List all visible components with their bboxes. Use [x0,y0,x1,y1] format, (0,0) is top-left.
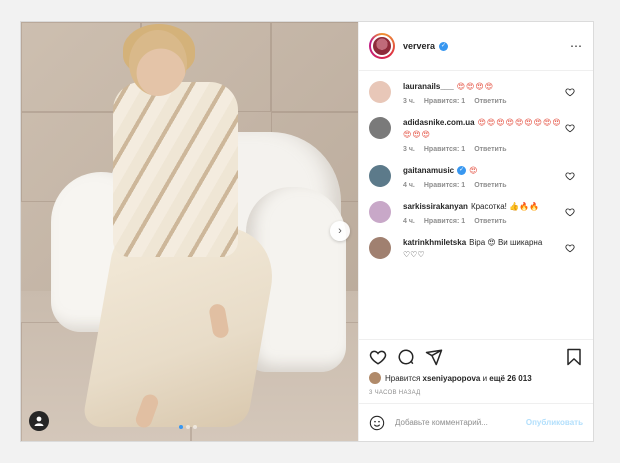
commenter-username[interactable]: katrinkhmiletska [403,238,466,247]
likes-conjunction: и [482,373,488,383]
verified-badge-icon: ✓ [439,42,449,52]
reply-button[interactable]: Ответить [474,98,506,105]
carousel-indicator [179,425,197,429]
comment-likes[interactable]: Нравится: 1 [424,98,465,105]
post-photo[interactable]: › [21,22,358,441]
comment-input[interactable] [395,418,526,427]
wall-tile [271,22,358,112]
commenter-username[interactable]: gaitanamusic [403,166,454,175]
action-bar [369,346,583,368]
liker-avatar[interactable] [369,372,381,384]
user-tag-icon [34,416,44,426]
heart-icon[interactable] [565,243,575,253]
comment-time[interactable]: 4 ч. [403,218,415,225]
heart-icon[interactable] [565,207,575,217]
bookmark-icon[interactable] [565,348,583,366]
heart-icon[interactable] [565,87,575,97]
comment-likes[interactable]: Нравится: 1 [424,146,465,153]
likes-count[interactable]: ещё 26 013 [489,374,531,383]
instagram-post-dialog: › ververa ✓ ⋯ lauranails___ 😍😍😍😍 3 ч. Нр… [20,21,594,442]
like-heart-icon[interactable] [369,348,387,366]
person-legs [81,227,282,427]
post-header: ververa ✓ ⋯ [359,22,593,71]
comment-item: gaitanamusic ✓ 😍 4 ч. Нравится: 1 Ответить [369,165,583,189]
carousel-dot [186,425,190,429]
reply-button[interactable]: Ответить [474,182,506,189]
share-icon[interactable] [425,348,443,366]
comment-likes[interactable]: Нравится: 1 [424,218,465,225]
carousel-next-button[interactable]: › [330,221,350,241]
comment-item: adidasnike.com.ua 😍😍😍😍😍😍😍😍😍😍😍😍 3 ч. Нрави… [369,117,583,153]
more-options-icon[interactable]: ⋯ [570,39,583,53]
post-timestamp[interactable]: 3 ЧАСОВ НАЗАД [369,390,583,396]
comment-text: Красотка! 👍🔥🔥 [470,202,539,211]
comments-list[interactable]: lauranails___ 😍😍😍😍 3 ч. Нравится: 1 Ответ… [359,71,593,339]
commenter-username[interactable]: lauranails___ [403,82,454,91]
comment-time[interactable]: 3 ч. [403,146,415,153]
heart-icon[interactable] [565,123,575,133]
comment-time[interactable]: 3 ч. [403,98,415,105]
liker-username[interactable]: xseniyapopova [423,374,481,383]
comment-text: 😍 [469,166,479,175]
author-avatar[interactable] [369,33,395,59]
commenter-avatar[interactable] [369,81,391,103]
chevron-right-icon: › [338,225,342,237]
commenter-username[interactable]: sarkissirakanyan [403,202,468,211]
comment-time[interactable]: 4 ч. [403,182,415,189]
comment-icon[interactable] [397,348,415,366]
comment-likes[interactable]: Нравится: 1 [424,182,465,189]
heart-icon[interactable] [565,171,575,181]
post-side-panel: ververa ✓ ⋯ lauranails___ 😍😍😍😍 3 ч. Нравит… [358,22,593,441]
commenter-username[interactable]: adidasnike.com.ua [403,118,475,127]
person-body [113,82,238,257]
user-tag-button[interactable] [29,411,49,431]
commenter-avatar[interactable] [369,117,391,139]
comment-item: katrinkhmiletska Віра 😍 Ви шикарна ♡♡♡ [369,237,583,261]
emoji-icon[interactable] [369,415,385,431]
likes-summary: Нравится xseniyapopova и ещё 26 013 [369,372,583,384]
comment-item: sarkissirakanyan Красотка! 👍🔥🔥 4 ч. Нрави… [369,201,583,225]
likes-prefix: Нравится [385,373,421,383]
author-username[interactable]: ververa ✓ [403,41,449,52]
post-actions: Нравится xseniyapopova и ещё 26 013 3 ЧА… [359,339,593,403]
person-head [129,30,187,96]
commenter-avatar[interactable] [369,237,391,259]
carousel-dot [179,425,183,429]
verified-badge-icon: ✓ [457,166,467,176]
comment-text: 😍😍😍😍 [456,82,495,91]
add-comment-bar: Опубликовать [359,403,593,441]
publish-button[interactable]: Опубликовать [526,418,583,427]
comment-item: lauranails___ 😍😍😍😍 3 ч. Нравится: 1 Ответ… [369,81,583,105]
reply-button[interactable]: Ответить [474,218,506,225]
commenter-avatar[interactable] [369,201,391,223]
reply-button[interactable]: Ответить [474,146,506,153]
carousel-dot [193,425,197,429]
commenter-avatar[interactable] [369,165,391,187]
